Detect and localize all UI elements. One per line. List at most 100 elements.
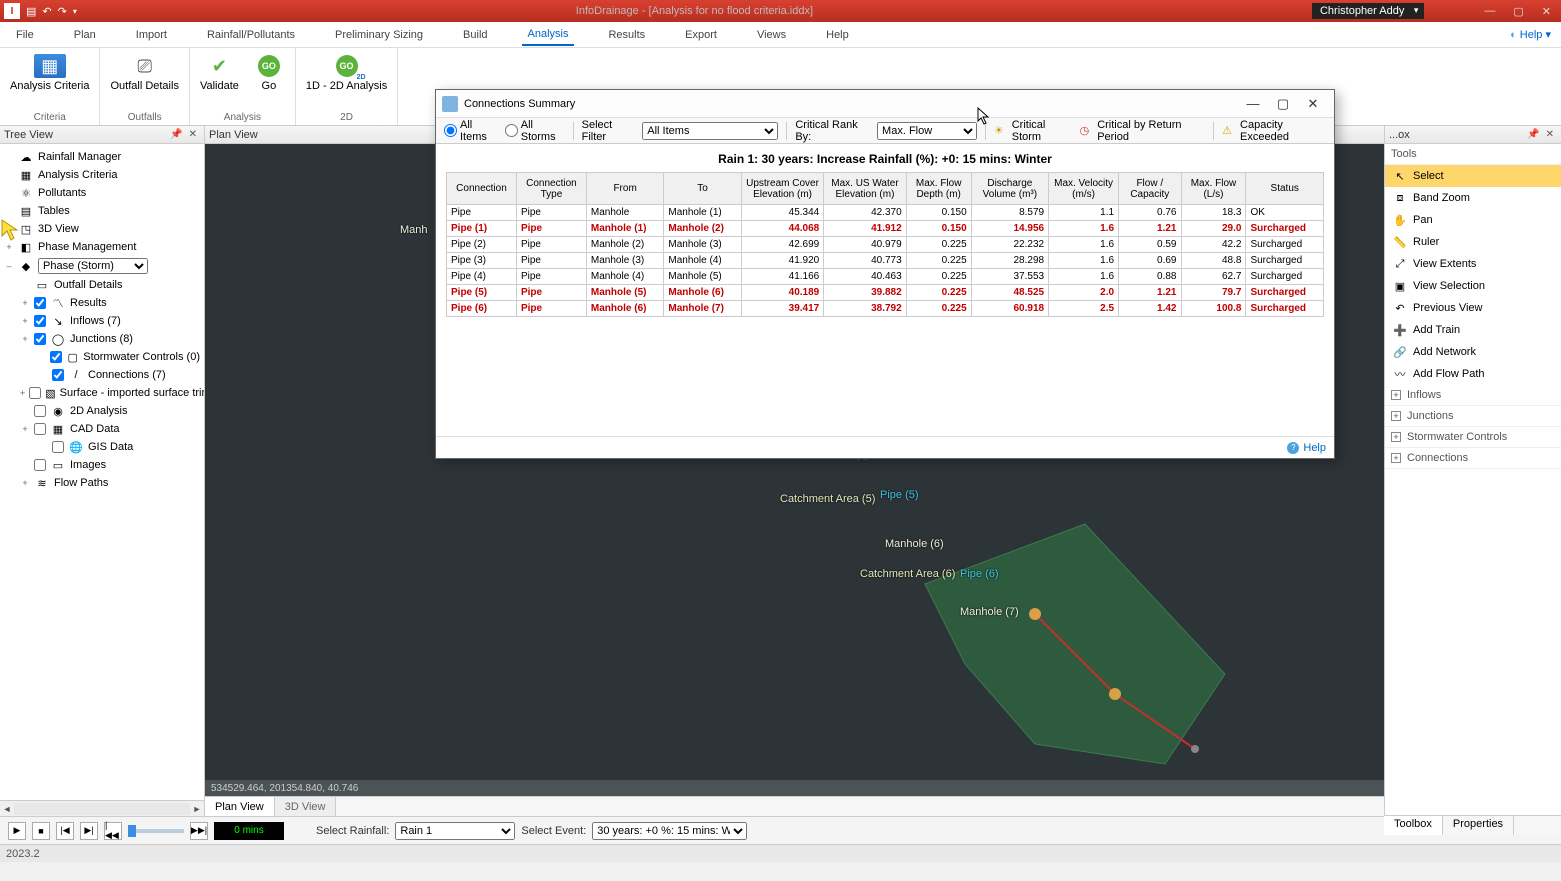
tree-item[interactable]: +↘Inflows (7) bbox=[0, 312, 204, 330]
1d-2d-analysis-button[interactable]: GO2D1D - 2D Analysis bbox=[302, 52, 391, 94]
tree-hscroll[interactable]: ◄► bbox=[0, 800, 204, 816]
category-stormwater-controls[interactable]: +Stormwater Controls bbox=[1385, 427, 1561, 448]
tree-item[interactable]: ⚛Pollutants bbox=[0, 184, 204, 202]
toolbox-close-icon[interactable]: ✕ bbox=[1543, 129, 1557, 140]
step-fwd-button[interactable]: ▶| bbox=[80, 822, 98, 840]
pin-icon[interactable]: 📌 bbox=[167, 129, 185, 140]
menu-tab-export[interactable]: Export bbox=[679, 25, 723, 45]
user-menu[interactable]: Christopher Addy bbox=[1312, 3, 1424, 19]
validate-button[interactable]: ✔Validate bbox=[196, 52, 243, 94]
table-row[interactable]: Pipe (6)PipeManhole (6)Manhole (7)39.417… bbox=[447, 301, 1324, 317]
category-junctions[interactable]: +Junctions bbox=[1385, 406, 1561, 427]
tree-item[interactable]: +▦CAD Data bbox=[0, 420, 204, 438]
tree-item[interactable]: /Connections (7) bbox=[0, 366, 204, 384]
tool-band-zoom[interactable]: ⧈Band Zoom bbox=[1385, 187, 1561, 209]
event-select[interactable]: 30 years: +0 %: 15 mins: Winter bbox=[592, 822, 747, 840]
menu-tab-import[interactable]: Import bbox=[130, 25, 173, 45]
col-header[interactable]: From bbox=[586, 173, 663, 205]
tree-item[interactable]: ◉2D Analysis bbox=[0, 402, 204, 420]
dialog-minimize-button[interactable]: — bbox=[1238, 96, 1268, 111]
tree-item[interactable]: –◆Phase (Storm) bbox=[0, 256, 204, 276]
menu-tab-preliminarysizing[interactable]: Preliminary Sizing bbox=[329, 25, 429, 45]
tool-ruler[interactable]: 📏Ruler bbox=[1385, 231, 1561, 253]
tree-item[interactable]: +≋Flow Paths bbox=[0, 474, 204, 492]
tool-add-network[interactable]: 🔗Add Network bbox=[1385, 341, 1561, 363]
critical-return-icon[interactable]: ◷ bbox=[1080, 124, 1090, 137]
panel-close-icon[interactable]: ✕ bbox=[186, 129, 200, 140]
help-link[interactable]: ◐ Help ▾ bbox=[1510, 28, 1561, 41]
tree-item[interactable]: ▤Tables bbox=[0, 202, 204, 220]
col-header[interactable]: Discharge Volume (m³) bbox=[971, 173, 1048, 205]
analysis-criteria-button[interactable]: ▦Analysis Criteria bbox=[6, 52, 93, 94]
last-button[interactable]: ▶▶| bbox=[190, 822, 208, 840]
col-header[interactable]: Max. Flow (L/s) bbox=[1181, 173, 1246, 205]
category-connections[interactable]: +Connections bbox=[1385, 448, 1561, 469]
right-tab-properties[interactable]: Properties bbox=[1443, 816, 1514, 835]
dialog-help-link[interactable]: Help bbox=[1303, 442, 1326, 454]
col-header[interactable]: Connection Type bbox=[516, 173, 586, 205]
critical-storm-icon[interactable]: ☀ bbox=[994, 124, 1004, 137]
menu-tab-results[interactable]: Results bbox=[602, 25, 651, 45]
col-header[interactable]: Max. Flow Depth (m) bbox=[906, 173, 971, 205]
col-header[interactable]: Max. Velocity (m/s) bbox=[1049, 173, 1119, 205]
close-button[interactable]: ✕ bbox=[1542, 5, 1551, 18]
dialog-maximize-button[interactable]: ▢ bbox=[1268, 96, 1298, 112]
menu-tab-file[interactable]: File bbox=[10, 25, 40, 45]
critical-storm-label[interactable]: Critical Storm bbox=[1012, 119, 1072, 143]
play-button[interactable]: ▶ bbox=[8, 822, 26, 840]
col-header[interactable]: Flow / Capacity bbox=[1119, 173, 1181, 205]
tool-view-selection[interactable]: ▣View Selection bbox=[1385, 275, 1561, 297]
table-row[interactable]: Pipe (1)PipeManhole (1)Manhole (2)44.068… bbox=[447, 221, 1324, 237]
qat-save-icon[interactable]: ▤ bbox=[26, 5, 36, 18]
table-row[interactable]: Pipe (2)PipeManhole (2)Manhole (3)42.699… bbox=[447, 237, 1324, 253]
tree-item[interactable]: 🌐GIS Data bbox=[0, 438, 204, 456]
rank-select[interactable]: Max. Flow bbox=[877, 122, 977, 140]
col-header[interactable]: Connection bbox=[447, 173, 517, 205]
tool-add-train[interactable]: ➕Add Train bbox=[1385, 319, 1561, 341]
menu-tab-help[interactable]: Help bbox=[820, 25, 855, 45]
tree-item[interactable]: ▭Images bbox=[0, 456, 204, 474]
capacity-icon[interactable]: ⚠ bbox=[1222, 124, 1232, 137]
dialog-close-button[interactable]: ✕ bbox=[1298, 96, 1328, 112]
menu-tab-plan[interactable]: Plan bbox=[68, 25, 102, 45]
tool-select[interactable]: ↖Select bbox=[1385, 165, 1561, 187]
outfall-details-button[interactable]: ⎚Outfall Details bbox=[106, 52, 182, 94]
help-icon[interactable]: ? bbox=[1287, 442, 1299, 454]
menu-tab-rainfallpollutants[interactable]: Rainfall/Pollutants bbox=[201, 25, 301, 45]
col-header[interactable]: Max. US Water Elevation (m) bbox=[824, 173, 906, 205]
col-header[interactable]: To bbox=[664, 173, 741, 205]
rainfall-select[interactable]: Rain 1 bbox=[395, 822, 515, 840]
category-inflows[interactable]: +Inflows bbox=[1385, 385, 1561, 406]
toolbox-pin-icon[interactable]: 📌 bbox=[1524, 129, 1542, 140]
tree-item[interactable]: ▭Outfall Details bbox=[0, 276, 204, 294]
qat-redo-icon[interactable]: ↷ bbox=[58, 5, 67, 18]
maximize-button[interactable]: ▢ bbox=[1513, 5, 1523, 18]
tree-item[interactable]: ▦Analysis Criteria bbox=[0, 166, 204, 184]
tree-item[interactable]: +◳3D View bbox=[0, 220, 204, 238]
tool-previous-view[interactable]: ↶Previous View bbox=[1385, 297, 1561, 319]
tree-item[interactable]: +◧Phase Management bbox=[0, 238, 204, 256]
step-back-button[interactable]: |◀ bbox=[56, 822, 74, 840]
tree-item[interactable]: ☁Rainfall Manager bbox=[0, 148, 204, 166]
menu-tab-views[interactable]: Views bbox=[751, 25, 792, 45]
tree-item[interactable]: +◯Junctions (8) bbox=[0, 330, 204, 348]
table-row[interactable]: Pipe (5)PipeManhole (5)Manhole (6)40.189… bbox=[447, 285, 1324, 301]
tool-pan[interactable]: ✋Pan bbox=[1385, 209, 1561, 231]
tree-item[interactable]: +▧Surface - imported surface trimmed bbox=[0, 384, 204, 402]
stop-button[interactable]: ■ bbox=[32, 822, 50, 840]
qat-undo-icon[interactable]: ↶ bbox=[42, 5, 51, 18]
menu-tab-build[interactable]: Build bbox=[457, 25, 493, 45]
time-slider[interactable] bbox=[128, 829, 184, 833]
critical-return-label[interactable]: Critical by Return Period bbox=[1097, 119, 1205, 143]
col-header[interactable]: Status bbox=[1246, 173, 1324, 205]
view-tab-plan-view[interactable]: Plan View bbox=[205, 797, 275, 816]
view-tab-3d-view[interactable]: 3D View bbox=[275, 797, 337, 816]
all-items-radio[interactable]: All Items bbox=[444, 119, 497, 143]
minimize-button[interactable]: — bbox=[1484, 5, 1495, 18]
first-button[interactable]: |◀◀ bbox=[104, 822, 122, 840]
tree-item[interactable]: ▢Stormwater Controls (0) bbox=[0, 348, 204, 366]
table-row[interactable]: PipePipeManholeManhole (1)45.34442.3700.… bbox=[447, 205, 1324, 221]
go-button[interactable]: GOGo bbox=[249, 52, 289, 94]
filter-select[interactable]: All Items bbox=[642, 122, 778, 140]
col-header[interactable]: Upstream Cover Elevation (m) bbox=[741, 173, 823, 205]
